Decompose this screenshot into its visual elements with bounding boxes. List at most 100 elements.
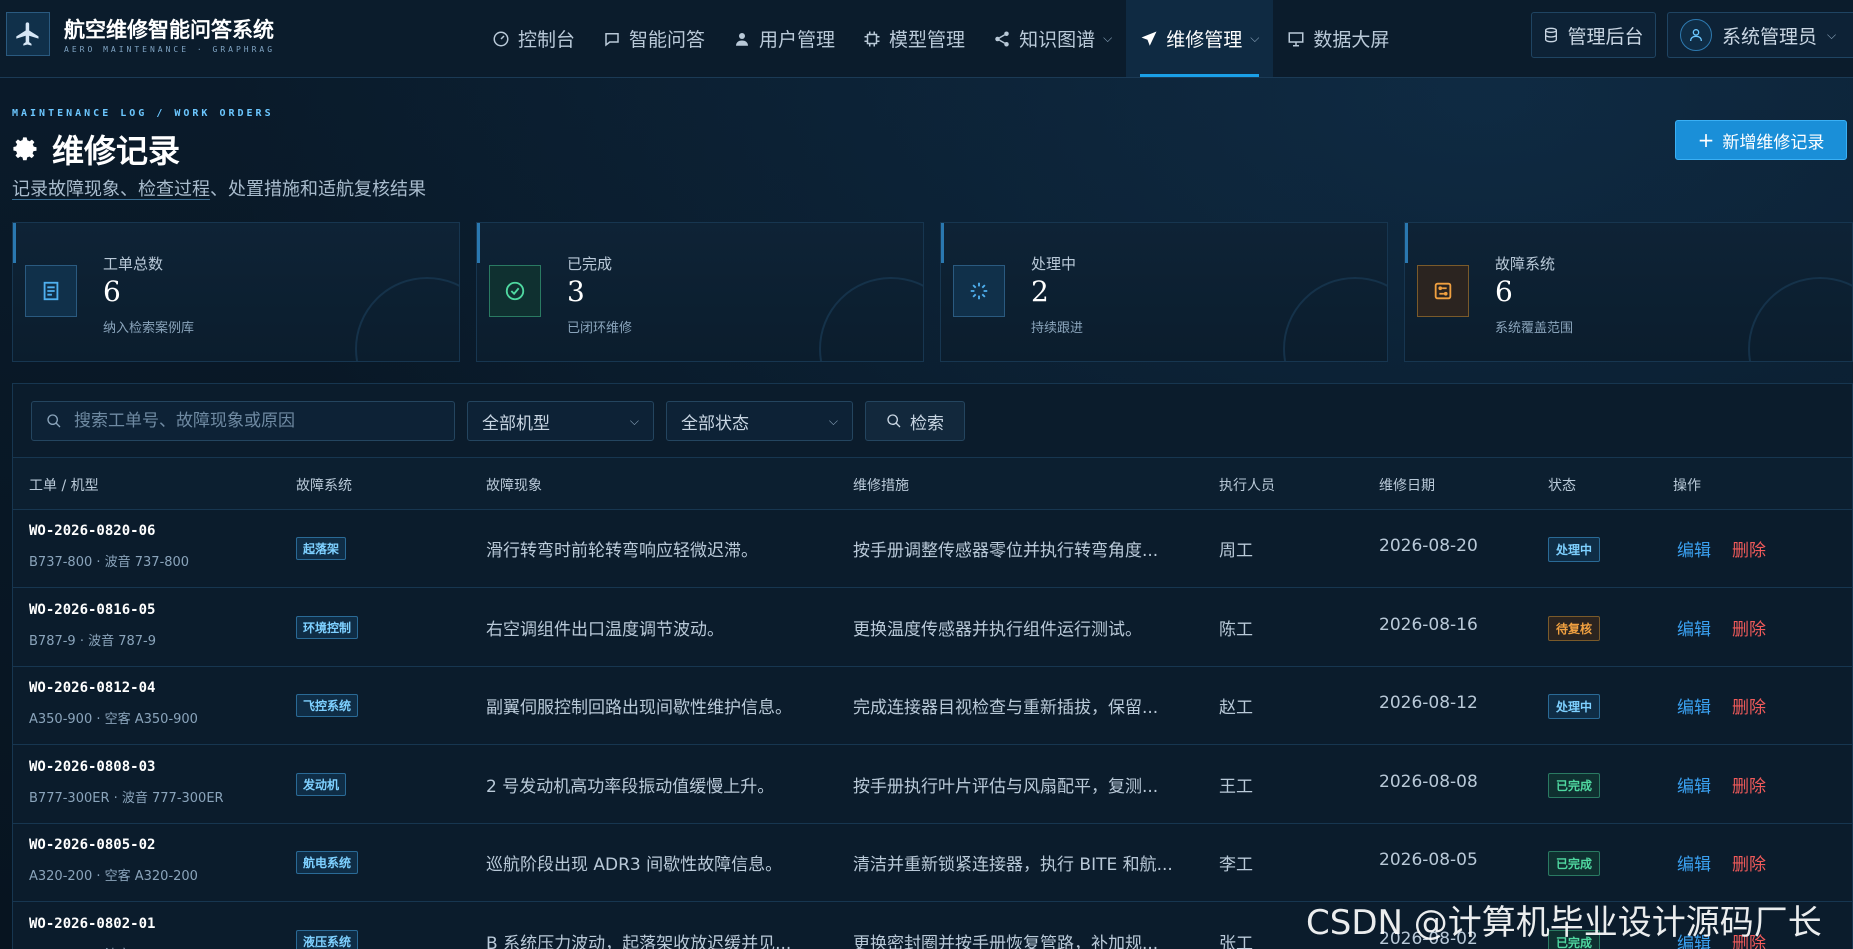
brand-title: 航空维修智能问答系统 [64, 18, 274, 42]
technician: 周工 [1219, 541, 1253, 561]
user-avatar-icon [1690, 29, 1702, 42]
delete-button[interactable]: 删除 [1732, 772, 1766, 797]
work-order-id: WO-2026-0812-04 [29, 680, 156, 696]
status-select-value: 全部状态 [681, 413, 749, 434]
fault-system-tag: 发动机 [296, 772, 347, 796]
table-row: WO-2026-0812-04 A350-900 · 空客 A350-900 飞控系… [13, 666, 1852, 745]
nav-label: 控制台 [518, 29, 576, 51]
edit-button[interactable]: 编辑 [1677, 850, 1711, 875]
status-badge: 已完成 [1548, 851, 1601, 876]
delete-button[interactable]: 删除 [1732, 850, 1766, 875]
avatar [1680, 19, 1712, 51]
column-header: 状态 [1548, 478, 1576, 494]
decorative-ring [1283, 277, 1387, 361]
filter-bar: 全部机型 ⌵ 全部状态 ⌵ 检索 [31, 401, 965, 441]
column-header: 故障系统 [296, 478, 352, 494]
edit-button[interactable]: 编辑 [1677, 536, 1711, 561]
admin-panel-label: 管理后台 [1567, 25, 1644, 48]
fault-phenomenon: 滑行转弯时前轮转弯响应轻微迟滞。 [486, 541, 758, 561]
decorative-ring [355, 277, 459, 361]
model-select-value: 全部机型 [482, 413, 550, 434]
stat-card-total: 工单总数 6 纳入检索案例库 [12, 222, 460, 362]
nav-label: 知识图谱 [1019, 29, 1096, 51]
brand-subtitle: AERO MAINTENANCE · GRAPHRAG [64, 45, 276, 54]
delete-button[interactable]: 删除 [1732, 536, 1766, 561]
maintenance-date: 2026-08-20 [1379, 536, 1478, 556]
admin-panel-button[interactable]: 管理后台 [1531, 12, 1656, 58]
work-order-id: WO-2026-0808-03 [29, 758, 156, 775]
status-badge: 待复核 [1548, 615, 1601, 641]
user-menu-button[interactable]: 系统管理员 ⌵ [1667, 12, 1853, 58]
fault-phenomenon: 副翼伺服控制回路出现间歇性维护信息。 [486, 698, 792, 718]
aircraft-model: B787-9 · 波音 787-9 [29, 633, 156, 649]
fault-system-tag: 起落架 [296, 537, 347, 560]
chat-icon [605, 32, 619, 47]
maintenance-measure: 完成连接器目视检查与重新插拔，保留... [853, 698, 1159, 718]
chevron-down-icon: ⌵ [629, 413, 639, 428]
add-button-label: 新增维修记录 [1722, 132, 1825, 153]
delete-button[interactable]: 删除 [1732, 615, 1766, 640]
nav-item-chat[interactable]: 智能问答 [589, 0, 719, 77]
nav-item-knowledge-graph[interactable]: 知识图谱 ⌵ [979, 0, 1126, 77]
edit-button[interactable]: 编辑 [1677, 772, 1711, 797]
nav-item-models[interactable]: 模型管理 [849, 0, 979, 77]
maintenance-date: 2026-08-16 [1379, 614, 1478, 635]
dashboard-icon [493, 31, 509, 46]
aircraft-model: A350-900 · 空客 A350-900 [29, 712, 198, 727]
edit-button[interactable]: 编辑 [1677, 615, 1711, 640]
aircraft-model: A320-200 · 空客 A320-200 [29, 869, 198, 884]
description-underline [12, 199, 210, 200]
check-circle-icon [489, 265, 541, 317]
watermark: CSDN @计算机毕业设计源码厂长 [1306, 903, 1822, 943]
stat-label: 故障系统 [1495, 255, 1556, 273]
status-badge: 已完成 [1548, 772, 1601, 798]
stats-row: 工单总数 6 纳入检索案例库 已完成 3 已闭环维修 处理中 2 持续跟进 故障… [12, 222, 1853, 362]
search-input[interactable] [72, 410, 436, 432]
fault-system-tag: 液压系统 [296, 929, 359, 949]
stat-card-systems: 故障系统 6 系统覆盖范围 [1404, 222, 1853, 362]
search-button[interactable]: 检索 [865, 401, 965, 441]
maintenance-measure: 按手册执行叶片评估与风扇配平，复测... [853, 776, 1159, 797]
send-icon [1141, 31, 1157, 46]
status-badge: 处理中 [1548, 537, 1601, 562]
loading-icon [953, 265, 1005, 317]
airplane-logo-icon [6, 12, 50, 56]
status-badge: 处理中 [1548, 694, 1601, 719]
nav-item-users[interactable]: 用户管理 [719, 0, 849, 77]
stat-sub: 纳入检索案例库 [103, 321, 195, 336]
delete-button[interactable]: 删除 [1732, 693, 1766, 718]
maintenance-measure: 清洁并重新锁紧连接器，执行 BITE 和航... [853, 855, 1173, 875]
search-box[interactable] [31, 401, 455, 441]
chevron-down-icon: ⌵ [1827, 27, 1837, 42]
document-icon [25, 265, 77, 317]
page-eyebrow: MAINTENANCE LOG / WORK ORDERS [12, 108, 274, 119]
nav-label: 数据大屏 [1313, 29, 1390, 51]
nav-item-data-screen[interactable]: 数据大屏 [1273, 0, 1403, 77]
fault-phenomenon: 巡航阶段出现 ADR3 间歇性故障信息。 [486, 855, 783, 875]
stat-sub: 系统覆盖范围 [1495, 321, 1574, 336]
fault-phenomenon: 2 号发动机高功率段振动值缓慢上升。 [486, 776, 775, 797]
screen-icon [1288, 31, 1304, 46]
nav-label: 智能问答 [629, 29, 706, 51]
stat-card-processing: 处理中 2 持续跟进 [940, 222, 1388, 362]
technician: 陈工 [1219, 619, 1253, 640]
edit-button[interactable]: 编辑 [1677, 693, 1711, 718]
chevron-down-icon: ⌵ [1103, 31, 1113, 45]
stat-value: 2 [1031, 275, 1049, 308]
nav-label: 模型管理 [889, 29, 966, 51]
technician: 赵工 [1219, 698, 1253, 718]
system-icon [1417, 265, 1469, 317]
stat-label: 已完成 [567, 255, 613, 273]
work-order-id: WO-2026-0805-02 [29, 837, 156, 853]
model-select[interactable]: 全部机型 ⌵ [467, 401, 654, 441]
table-row: WO-2026-0820-06 B737-800 · 波音 737-800 起落架 滑… [13, 509, 1852, 588]
status-select[interactable]: 全部状态 ⌵ [666, 401, 853, 441]
chevron-down-icon: ⌵ [1250, 31, 1260, 45]
nav-item-maintenance[interactable]: 维修管理 ⌵ [1126, 0, 1274, 77]
add-maintenance-record-button[interactable]: + 新增维修记录 [1675, 120, 1847, 160]
nav-item-dashboard[interactable]: 控制台 [478, 0, 589, 77]
table-row: WO-2026-0816-05 B787-9 · 波音 787-9 环境控制 右空调组… [13, 588, 1852, 667]
user-name: 系统管理员 [1722, 25, 1818, 48]
technician: 王工 [1219, 776, 1253, 797]
technician: 李工 [1219, 855, 1253, 875]
